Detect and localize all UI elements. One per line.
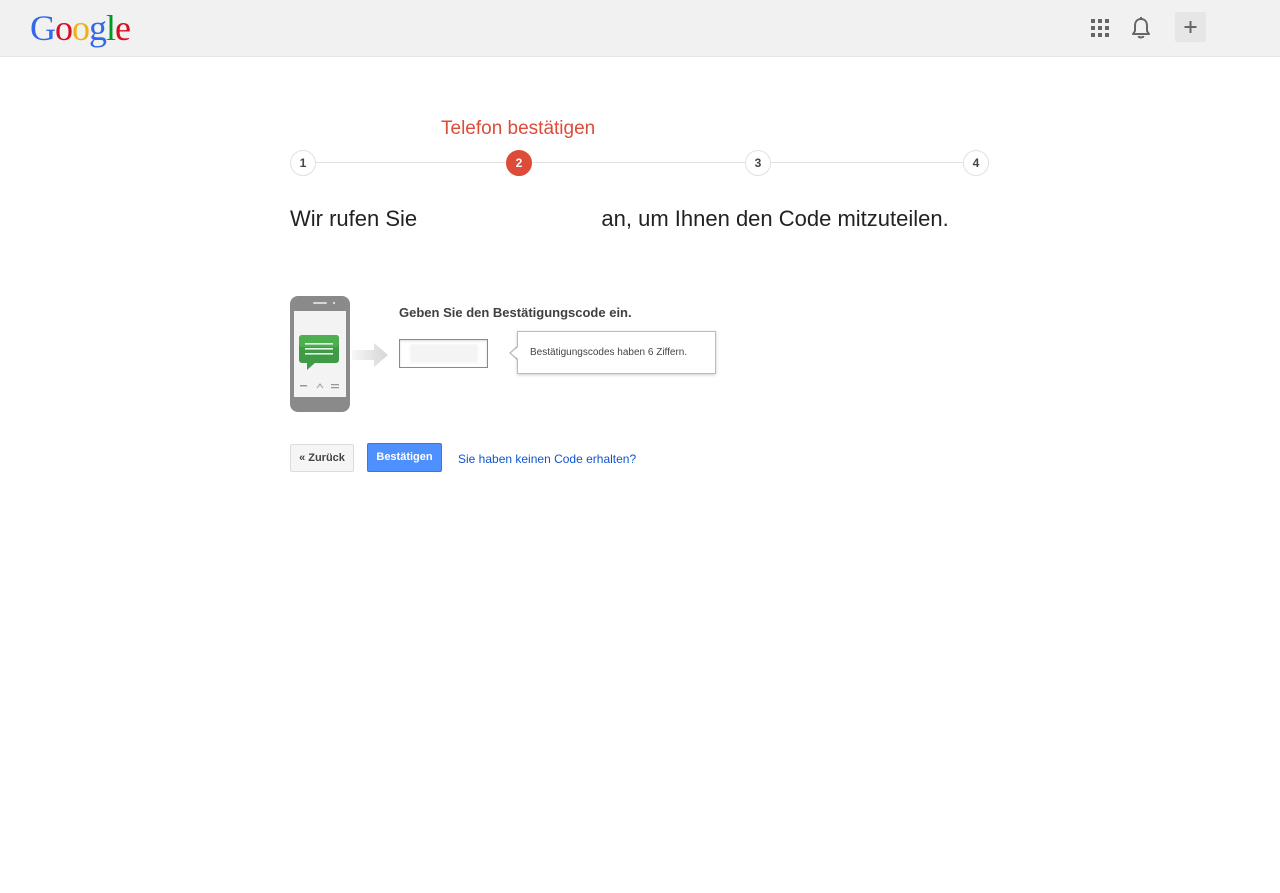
logo-letter: e (115, 8, 131, 48)
phone-sms-illustration (290, 296, 350, 412)
logo-letter: l (106, 8, 116, 48)
progress-step-3: 3 (745, 150, 771, 176)
progress-line (305, 162, 975, 163)
tooltip-pointer-inner (511, 347, 518, 359)
page-heading: Wir rufen Sie an, um Ihnen den Code mitz… (290, 206, 980, 231)
progress-step-2: 2 (506, 150, 532, 176)
heading-text-start: Wir rufen Sie (290, 206, 418, 231)
bell-icon[interactable] (1130, 16, 1152, 40)
code-field-label: Geben Sie den Bestätigungscode ein. (399, 305, 632, 320)
current-step-title: Telefon bestätigen (441, 118, 596, 139)
confirm-button[interactable]: Bestätigen (367, 443, 442, 472)
back-button[interactable]: « Zurück (290, 444, 354, 472)
logo-letter: G (30, 8, 56, 48)
progress-step-4: 4 (963, 150, 989, 176)
progress-step-1: 1 (290, 150, 316, 176)
apps-grid-icon[interactable] (1090, 18, 1110, 38)
no-code-received-link[interactable]: Sie haben keinen Code erhalten? (458, 452, 636, 466)
share-plus-button[interactable] (1175, 12, 1206, 42)
plus-icon (1184, 21, 1197, 33)
redacted-phone-number (423, 211, 596, 230)
google-logo[interactable]: Google (30, 8, 131, 48)
verification-code-input[interactable] (399, 339, 488, 368)
code-hint-tooltip: Bestätigungscodes haben 6 Ziffern. (517, 331, 716, 374)
heading-text-end: an, um Ihnen den Code mitzuteilen. (601, 206, 949, 231)
logo-letter: o (72, 8, 90, 48)
arrow-right-icon (352, 343, 388, 367)
logo-letter: o (55, 8, 73, 48)
top-bar: Google (0, 0, 1280, 57)
logo-letter: g (89, 8, 107, 48)
